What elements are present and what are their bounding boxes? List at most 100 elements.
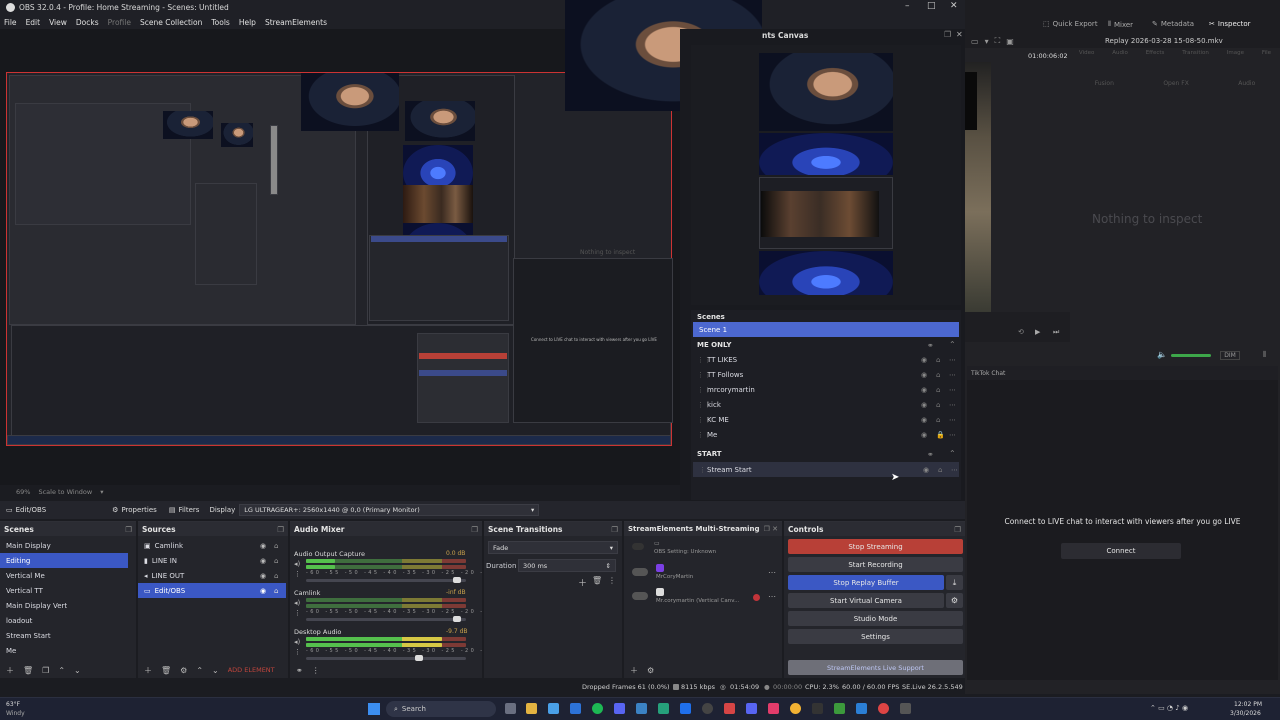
drag-handle-icon[interactable]: ⋮⋮ — [697, 356, 711, 364]
lock-icon[interactable]: ⌂ — [936, 401, 940, 409]
list-item[interactable]: ⋮⋮ mrcorymartin ◉ ⌂ ⋯ — [691, 382, 961, 397]
audio-meter-icon[interactable]: ⫴ — [1263, 350, 1266, 360]
menu-docks[interactable]: Docks — [76, 18, 99, 27]
lock-icon[interactable]: ⌂ — [938, 466, 942, 474]
speaker-icon[interactable]: ◂) — [294, 638, 300, 646]
slider-knob[interactable] — [453, 577, 462, 583]
obs-taskbar-icon[interactable] — [702, 703, 713, 714]
add-element-button[interactable]: ADD ELEMENT — [228, 666, 275, 674]
scene-item[interactable]: Me — [0, 643, 128, 658]
close-icon[interactable]: ❐ ✕ — [764, 525, 778, 533]
lock-icon[interactable]: ⌂ — [936, 386, 940, 394]
list-item[interactable]: ⋮⋮ Stream Start ◉ ⌂ ⋯ — [693, 462, 959, 477]
vertical-scene-selected[interactable]: Scene 1 — [693, 322, 959, 337]
minimize-button[interactable]: – — [905, 1, 910, 11]
eye-icon[interactable]: ◉ — [921, 371, 927, 379]
add-icon[interactable]: ＋ — [144, 665, 152, 676]
tab-audio[interactable]: Audio — [1112, 50, 1128, 80]
slider-knob[interactable] — [453, 616, 462, 622]
duration-input[interactable]: 300 ms ⇕ — [518, 559, 616, 572]
down-icon[interactable]: ⌄ — [74, 666, 81, 675]
float-icon[interactable]: ❐ — [125, 525, 132, 534]
speaker-icon[interactable]: ◂) — [294, 599, 300, 607]
app-icon[interactable] — [614, 703, 625, 714]
more-vertical-icon[interactable]: ⋮ — [312, 666, 320, 675]
collapse-icon[interactable]: ⌃ — [949, 449, 956, 458]
copy-icon[interactable]: ❐ — [42, 666, 49, 675]
menu-file[interactable]: File — [4, 18, 17, 27]
more-icon[interactable]: ⋯ — [768, 568, 776, 577]
remove-icon[interactable]: 🗑 — [592, 576, 602, 585]
app-icon[interactable] — [768, 703, 779, 714]
scene-item[interactable]: Stream Start — [0, 628, 128, 643]
toggle[interactable] — [632, 592, 648, 600]
speaker-icon[interactable]: ◂) — [294, 560, 300, 568]
list-item[interactable]: ⋮⋮ Me ◉ 🔒 ⋯ — [691, 427, 961, 442]
drag-handle-icon[interactable]: ⋮⋮ — [697, 431, 711, 439]
eye-icon[interactable]: ◉ — [260, 542, 266, 550]
spotify-icon[interactable] — [592, 703, 603, 714]
subtab-audio[interactable]: Audio — [1238, 80, 1255, 92]
volume-slider[interactable] — [306, 655, 466, 661]
filters-button[interactable]: ▤ Filters — [163, 503, 206, 517]
float-icon[interactable]: ❐ — [277, 525, 284, 534]
eye-icon[interactable]: ◉ — [921, 401, 927, 409]
eye-icon[interactable]: ◉ — [923, 466, 929, 474]
menu-view[interactable]: View — [49, 18, 67, 27]
zoom-level[interactable]: 69% — [16, 488, 30, 496]
close-button[interactable]: ✕ — [950, 1, 958, 11]
drag-handle-icon[interactable]: ⋮⋮ — [699, 466, 713, 474]
more-icon[interactable]: ⋯ — [949, 371, 956, 379]
lock-icon[interactable]: 🔒 — [936, 431, 945, 439]
up-icon[interactable]: ⌃ — [58, 666, 65, 675]
stop-replay-buffer-button[interactable]: Stop Replay Buffer — [788, 575, 944, 590]
chrome-icon[interactable] — [790, 703, 801, 714]
float-icon[interactable]: ❐ — [954, 525, 961, 534]
volume-slider[interactable] — [306, 577, 466, 583]
menu-help[interactable]: Help — [239, 18, 256, 27]
add-icon[interactable]: ＋ — [578, 576, 587, 589]
task-view-icon[interactable] — [505, 703, 516, 714]
scale-mode[interactable]: Scale to Window — [38, 488, 92, 496]
app-icon[interactable] — [658, 703, 669, 714]
eye-icon[interactable]: ◉ — [921, 431, 927, 439]
app-icon[interactable] — [570, 703, 581, 714]
transition-select[interactable]: Fade ▾ — [488, 541, 618, 554]
down-icon[interactable]: ⌄ — [212, 666, 219, 675]
scene-item[interactable]: Vertical TT — [0, 583, 128, 598]
menu-edit[interactable]: Edit — [26, 18, 41, 27]
clip-icon[interactable]: ▣ — [1006, 37, 1014, 46]
tab-image[interactable]: Image — [1227, 50, 1244, 80]
float-icon[interactable]: ❐ — [944, 31, 951, 39]
more-icon[interactable]: ⋯ — [949, 401, 956, 409]
list-item[interactable]: ⋮⋮ KC ME ◉ ⌂ ⋯ — [691, 412, 961, 427]
more-vertical-icon[interactable]: ⋮ — [608, 576, 616, 585]
drag-handle-icon[interactable]: ⋮⋮ — [697, 416, 711, 424]
source-item[interactable]: ▣ Camlink ◉ ⌂ — [138, 538, 286, 553]
add-icon[interactable]: ＋ — [6, 665, 14, 676]
subtab-openfx[interactable]: Open FX — [1163, 80, 1189, 92]
group-header-me-only[interactable]: ME ONLY — [697, 341, 731, 349]
list-item[interactable]: ⋮⋮ TT LIKES ◉ ⌂ ⋯ — [691, 352, 961, 367]
menu-streamelements[interactable]: StreamElements — [265, 18, 327, 27]
menu-profile[interactable]: Profile — [108, 18, 131, 27]
more-icon[interactable]: ⋯ — [951, 466, 958, 474]
tab-effects[interactable]: Effects — [1146, 50, 1165, 80]
drag-handle-icon[interactable]: ⋮⋮ — [697, 401, 711, 409]
lock-icon[interactable]: ⌂ — [274, 557, 278, 565]
up-icon[interactable]: ⌃ — [196, 666, 203, 675]
remove-icon[interactable]: 🗑 — [161, 666, 171, 675]
link-icon[interactable]: ⚭ — [927, 341, 934, 350]
live-support-button[interactable]: StreamElements Live Support — [788, 660, 963, 675]
list-item[interactable]: ⋮⋮ kick ◉ ⌂ ⋯ — [691, 397, 961, 412]
quick-export-button[interactable]: ⬚ Quick Export — [1043, 20, 1098, 28]
windows-start-icon[interactable] — [368, 703, 380, 715]
start-recording-button[interactable]: Start Recording — [788, 557, 963, 572]
lock-icon[interactable]: ⌂ — [274, 587, 278, 595]
weather-text[interactable]: Windy — [6, 710, 25, 717]
toggle[interactable] — [632, 543, 644, 550]
connect-button[interactable]: Connect — [1061, 543, 1181, 559]
eye-icon[interactable]: ◉ — [921, 356, 927, 364]
discord-icon[interactable] — [746, 703, 757, 714]
toggle[interactable] — [632, 568, 648, 576]
